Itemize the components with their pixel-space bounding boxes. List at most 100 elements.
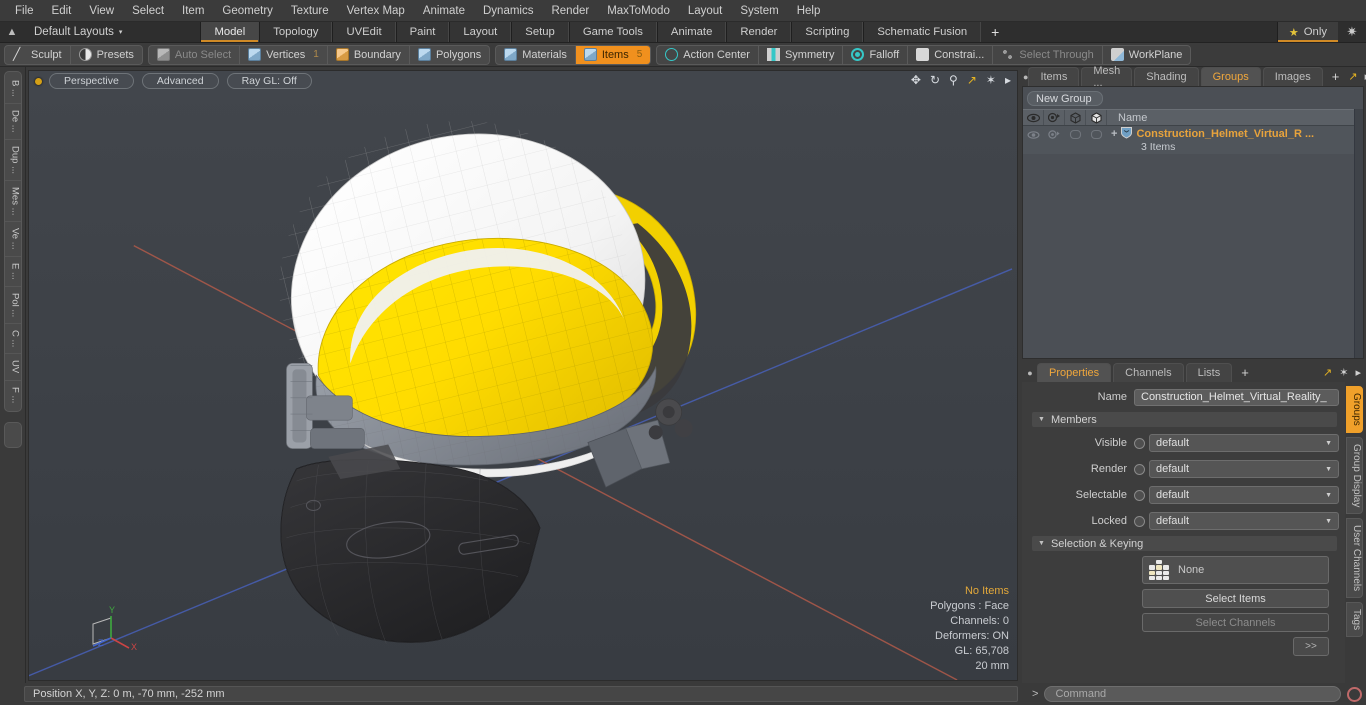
- menu-item-render[interactable]: Render: [542, 0, 598, 22]
- menu-item-help[interactable]: Help: [788, 0, 830, 22]
- locked-dropdown[interactable]: default ▼: [1149, 512, 1339, 530]
- members-section-header[interactable]: ▼ Members: [1032, 412, 1337, 427]
- eye-icon[interactable]: [1023, 110, 1044, 125]
- right-tab-user-channels[interactable]: User Channels: [1346, 518, 1363, 599]
- menu-item-layout[interactable]: Layout: [679, 0, 732, 22]
- left-tab-vertex[interactable]: Ve ...: [4, 222, 21, 257]
- left-tab-mesh[interactable]: Mes ...: [4, 181, 21, 223]
- viewport-advanced-button[interactable]: Advanced: [141, 73, 219, 89]
- tab-schematic-fusion[interactable]: Schematic Fusion: [863, 22, 982, 42]
- tab-items[interactable]: Items: [1028, 67, 1080, 86]
- viewport-perspective-button[interactable]: Perspective: [49, 73, 134, 89]
- items-button[interactable]: Items 5: [575, 45, 651, 64]
- presets-button[interactable]: Presets: [71, 46, 142, 64]
- rotate-icon[interactable]: ↻: [930, 73, 940, 87]
- expand-icon[interactable]: ↗: [1323, 366, 1332, 379]
- menu-item-texture[interactable]: Texture: [282, 0, 338, 22]
- command-input[interactable]: Command: [1044, 686, 1341, 702]
- menu-item-animate[interactable]: Animate: [414, 0, 474, 22]
- selectable-dropdown[interactable]: default ▼: [1149, 486, 1339, 504]
- render-radio[interactable]: [1134, 463, 1145, 475]
- left-tab-uv[interactable]: UV: [4, 354, 21, 381]
- add-tab-button[interactable]: +: [981, 22, 1009, 42]
- helmet-model[interactable]: [29, 71, 1017, 680]
- right-tab-group-display[interactable]: Group Display: [1346, 436, 1363, 515]
- tab-mesh[interactable]: Mesh ...: [1081, 65, 1133, 89]
- tab-shading[interactable]: Shading: [1134, 67, 1199, 86]
- left-tab-extra[interactable]: [3, 421, 22, 448]
- tab-scripting[interactable]: Scripting: [791, 22, 864, 42]
- menu-item-view[interactable]: View: [80, 0, 123, 22]
- chevron-right-icon[interactable]: ▸: [1005, 73, 1011, 87]
- name-field[interactable]: Construction_Helmet_Virtual_Reality_: [1134, 388, 1339, 406]
- vertices-button[interactable]: Vertices 1: [240, 45, 328, 64]
- gear-icon[interactable]: ✶: [1339, 366, 1348, 379]
- more-options-button[interactable]: >>: [1293, 637, 1329, 656]
- menu-item-maxtomodo[interactable]: MaxToModo: [598, 0, 679, 22]
- auto-select-button[interactable]: Auto Select: [149, 45, 241, 64]
- action-center-button[interactable]: Action Center: [657, 45, 759, 64]
- add-properties-tab-button[interactable]: +: [1234, 363, 1256, 382]
- default-layouts-dropdown[interactable]: Default Layouts ▾: [24, 22, 132, 42]
- menu-item-edit[interactable]: Edit: [43, 0, 81, 22]
- tab-groups[interactable]: Groups: [1200, 67, 1261, 86]
- expand-row-button[interactable]: +: [1111, 128, 1117, 140]
- menu-item-select[interactable]: Select: [123, 0, 173, 22]
- tab-channels[interactable]: Channels: [1113, 363, 1184, 382]
- select-items-button[interactable]: Select Items: [1142, 589, 1329, 608]
- properties-menu-dot-icon[interactable]: ●: [1023, 363, 1037, 382]
- selection-keying-section-header[interactable]: ▼ Selection & Keying: [1032, 536, 1337, 551]
- tab-topology[interactable]: Topology: [259, 22, 333, 42]
- gear-icon[interactable]: ✶: [986, 73, 996, 87]
- menu-item-dynamics[interactable]: Dynamics: [474, 0, 542, 22]
- menu-item-item[interactable]: Item: [173, 0, 213, 22]
- home-icon[interactable]: ▲: [0, 22, 24, 42]
- falloff-button[interactable]: Falloff: [843, 45, 909, 64]
- menu-item-vertex-map[interactable]: Vertex Map: [338, 0, 414, 22]
- tab-properties[interactable]: Properties: [1037, 363, 1112, 382]
- right-tab-groups[interactable]: Groups: [1346, 386, 1363, 433]
- menu-item-file[interactable]: File: [6, 0, 43, 22]
- visible-radio[interactable]: [1134, 437, 1145, 449]
- new-group-button[interactable]: New Group: [1027, 91, 1103, 106]
- menu-item-system[interactable]: System: [731, 0, 787, 22]
- viewport-3d[interactable]: Perspective Advanced Ray GL: Off ✥ ↻ ⚲ ↗…: [28, 70, 1018, 681]
- left-tab-basic[interactable]: B ...: [4, 74, 21, 104]
- left-tab-edge[interactable]: E ...: [4, 257, 21, 287]
- row-selectable-toggle[interactable]: [1065, 126, 1086, 143]
- symmetry-button[interactable]: Symmetry: [759, 45, 844, 64]
- left-tab-duplicate[interactable]: Dup ...: [4, 140, 21, 181]
- expand-icon[interactable]: ↗: [1348, 70, 1357, 83]
- visible-dropdown[interactable]: default ▼: [1149, 434, 1339, 452]
- table-row[interactable]: + Construction_Helmet_Virtual_R ... 3 It…: [1023, 126, 1354, 154]
- zoom-icon[interactable]: ⚲: [949, 73, 958, 87]
- tab-layout[interactable]: Layout: [449, 22, 512, 42]
- locked-radio[interactable]: [1134, 515, 1145, 527]
- constraint-button[interactable]: Constrai...: [908, 45, 994, 64]
- gear-icon[interactable]: ✷: [1338, 22, 1366, 42]
- left-tab-deform[interactable]: De ...: [4, 104, 21, 140]
- menu-item-geometry[interactable]: Geometry: [213, 0, 282, 22]
- cube-solid-icon[interactable]: [1086, 110, 1107, 125]
- tab-setup[interactable]: Setup: [511, 22, 569, 42]
- only-toggle-button[interactable]: ★ Only: [1276, 22, 1338, 42]
- right-tab-tags[interactable]: Tags: [1346, 602, 1363, 638]
- group-list-scrollbar[interactable]: [1354, 109, 1363, 358]
- render-icon[interactable]: [1044, 110, 1065, 125]
- tab-uvedit[interactable]: UVEdit: [332, 22, 396, 42]
- chevron-right-icon[interactable]: ▸: [1355, 366, 1361, 379]
- add-panel-tab-button[interactable]: +: [1325, 67, 1347, 86]
- left-tab-curve[interactable]: C ...: [4, 324, 21, 355]
- selectable-radio[interactable]: [1134, 489, 1145, 501]
- selection-set-field[interactable]: None: [1142, 556, 1329, 584]
- fit-icon[interactable]: ↗: [967, 73, 977, 87]
- left-tab-polygon[interactable]: Pol ...: [4, 287, 21, 324]
- select-through-button[interactable]: Select Through: [993, 45, 1103, 64]
- materials-button[interactable]: Materials: [496, 45, 576, 64]
- tab-animate[interactable]: Animate: [656, 22, 727, 42]
- left-tab-fusion[interactable]: F ...: [5, 381, 21, 409]
- record-icon[interactable]: [1347, 686, 1362, 702]
- row-render-icon[interactable]: [1044, 126, 1065, 143]
- workplane-button[interactable]: WorkPlane: [1103, 46, 1191, 64]
- tab-lists[interactable]: Lists: [1185, 363, 1233, 382]
